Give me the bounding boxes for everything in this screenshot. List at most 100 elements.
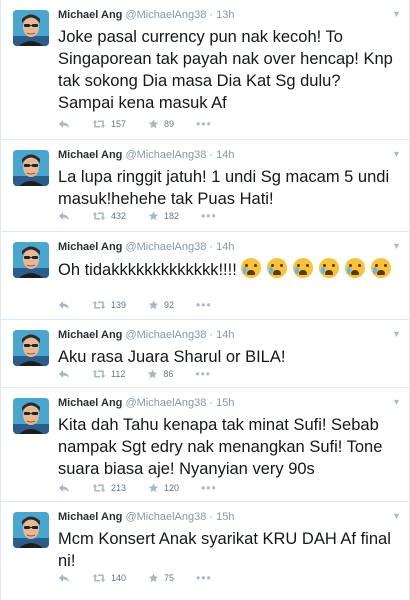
tweet[interactable]: Michael Ang @MichaelAng38 · 14h ▾ La lup… xyxy=(1,140,409,232)
more-button[interactable]: ••• xyxy=(196,298,212,312)
favorite-count: 182 xyxy=(164,211,180,221)
more-icon: ••• xyxy=(196,298,212,312)
tweet[interactable]: Michael Ang @MichaelAng38 · 14h ▾ Oh tid… xyxy=(1,232,409,320)
tweet-text: Joke pasal currency pun nak kecoh! To Si… xyxy=(58,28,393,112)
avatar[interactable] xyxy=(13,398,49,434)
author-name[interactable]: Michael Ang xyxy=(58,9,122,21)
favorite-count: 89 xyxy=(164,119,175,129)
retweet-count: 139 xyxy=(111,300,127,310)
author-handle[interactable]: @MichaelAng38 xyxy=(125,511,206,523)
favorite-button[interactable]: 89 xyxy=(148,119,174,129)
reply-icon xyxy=(59,301,69,309)
tweet-actions: 157 89 ••• xyxy=(58,117,234,131)
reply-button[interactable] xyxy=(58,119,70,129)
retweet-button[interactable]: 213 xyxy=(92,483,126,493)
author-name[interactable]: Michael Ang xyxy=(58,149,122,161)
tweet-header: Michael Ang @MichaelAng38 · 15h xyxy=(58,511,235,523)
favorite-button[interactable]: 92 xyxy=(148,300,174,310)
more-button[interactable]: ••• xyxy=(196,117,212,131)
author-handle[interactable]: @MichaelAng38 xyxy=(125,9,206,21)
timestamp[interactable]: 14h xyxy=(216,149,234,161)
chevron-down-icon[interactable]: ▾ xyxy=(394,329,399,340)
timestamp[interactable]: 15h xyxy=(216,397,234,409)
favorite-button[interactable]: 75 xyxy=(148,573,174,583)
timestamp[interactable]: 14h xyxy=(216,241,234,253)
separator: · xyxy=(209,329,214,341)
author-name[interactable]: Michael Ang xyxy=(58,397,122,409)
tweet[interactable]: Michael Ang @MichaelAng38 · 14h ▾ Aku ra… xyxy=(1,320,409,388)
tweet-header: Michael Ang @MichaelAng38 · 14h xyxy=(58,329,235,341)
avatar[interactable] xyxy=(13,242,49,278)
tweet[interactable]: Michael Ang @MichaelAng38 · 15h ▾ Mcm Ko… xyxy=(1,502,409,600)
retweet-button[interactable]: 432 xyxy=(92,211,126,221)
tweet-header: Michael Ang @MichaelAng38 · 13h xyxy=(58,9,235,21)
retweet-icon xyxy=(92,484,106,492)
reply-button[interactable] xyxy=(58,483,70,493)
more-icon: ••• xyxy=(196,117,212,131)
avatar[interactable] xyxy=(13,10,49,46)
author-name[interactable]: Michael Ang xyxy=(58,241,122,253)
retweet-button[interactable]: 157 xyxy=(92,119,126,129)
tweet-header: Michael Ang @MichaelAng38 · 14h xyxy=(58,149,235,161)
chevron-down-icon[interactable]: ▾ xyxy=(394,9,399,20)
tweet-feed: Michael Ang @MichaelAng38 · 13h ▾ Joke p… xyxy=(0,0,410,600)
avatar[interactable] xyxy=(13,330,49,366)
chevron-down-icon[interactable]: ▾ xyxy=(394,511,399,522)
avatar[interactable] xyxy=(13,150,49,186)
star-icon xyxy=(148,119,159,129)
reply-icon xyxy=(59,370,69,378)
separator: · xyxy=(209,149,214,161)
chevron-down-icon[interactable]: ▾ xyxy=(394,241,399,252)
more-button[interactable]: ••• xyxy=(196,572,212,584)
author-handle[interactable]: @MichaelAng38 xyxy=(125,329,206,341)
more-button[interactable]: ••• xyxy=(195,368,211,380)
tweet-text: Kita dah Tahu kenapa tak minat Sufi! Seb… xyxy=(58,416,383,478)
author-handle[interactable]: @MichaelAng38 xyxy=(125,397,206,409)
tweet[interactable]: Michael Ang @MichaelAng38 · 15h ▾ Kita d… xyxy=(1,388,409,502)
avatar[interactable] xyxy=(13,512,49,548)
favorite-count: 86 xyxy=(163,369,174,379)
retweet-count: 213 xyxy=(111,483,127,493)
retweet-button[interactable]: 112 xyxy=(92,369,125,379)
author-handle[interactable]: @MichaelAng38 xyxy=(125,241,206,253)
more-button[interactable]: ••• xyxy=(201,209,217,223)
tweet-actions: 213 120 ••• xyxy=(58,482,239,494)
retweet-count: 157 xyxy=(111,119,127,129)
favorite-button[interactable]: 120 xyxy=(148,483,179,493)
chevron-down-icon[interactable]: ▾ xyxy=(394,149,399,160)
timestamp[interactable]: 15h xyxy=(216,511,234,523)
crying-face-icon xyxy=(267,258,288,278)
reply-button[interactable] xyxy=(58,573,70,583)
reply-icon xyxy=(59,120,69,128)
star-icon xyxy=(148,369,158,379)
star-icon xyxy=(148,573,159,583)
favorite-button[interactable]: 86 xyxy=(147,369,173,379)
chevron-down-icon[interactable]: ▾ xyxy=(394,397,399,408)
crying-face-icon xyxy=(319,258,340,278)
tweet-text: Mcm Konsert Anak syarikat KRU DAH Af fin… xyxy=(58,530,391,570)
favorite-count: 120 xyxy=(164,483,180,493)
reply-button[interactable] xyxy=(58,300,70,310)
author-handle[interactable]: @MichaelAng38 xyxy=(125,149,206,161)
favorite-button[interactable]: 182 xyxy=(148,211,179,221)
retweet-icon xyxy=(92,212,106,220)
retweet-button[interactable]: 139 xyxy=(92,300,126,310)
author-name[interactable]: Michael Ang xyxy=(58,329,122,341)
more-button[interactable]: ••• xyxy=(201,482,217,494)
retweet-count: 432 xyxy=(111,211,127,221)
tweet-actions: 139 92 ••• xyxy=(58,298,234,312)
tweet[interactable]: Michael Ang @MichaelAng38 · 13h ▾ Joke p… xyxy=(1,0,409,140)
timestamp[interactable]: 14h xyxy=(216,329,234,341)
tweet-text: Aku rasa Juara Sharul or BILA! xyxy=(58,348,286,366)
timestamp[interactable]: 13h xyxy=(216,9,234,21)
crying-face-emojis xyxy=(241,258,397,279)
author-name[interactable]: Michael Ang xyxy=(58,511,122,523)
retweet-button[interactable]: 140 xyxy=(92,573,126,583)
reply-icon xyxy=(59,212,69,220)
reply-icon xyxy=(59,574,69,582)
reply-button[interactable] xyxy=(58,211,70,221)
crying-face-icon xyxy=(345,258,366,278)
more-icon: ••• xyxy=(201,209,217,223)
retweet-icon xyxy=(92,301,106,309)
reply-button[interactable] xyxy=(58,369,70,379)
